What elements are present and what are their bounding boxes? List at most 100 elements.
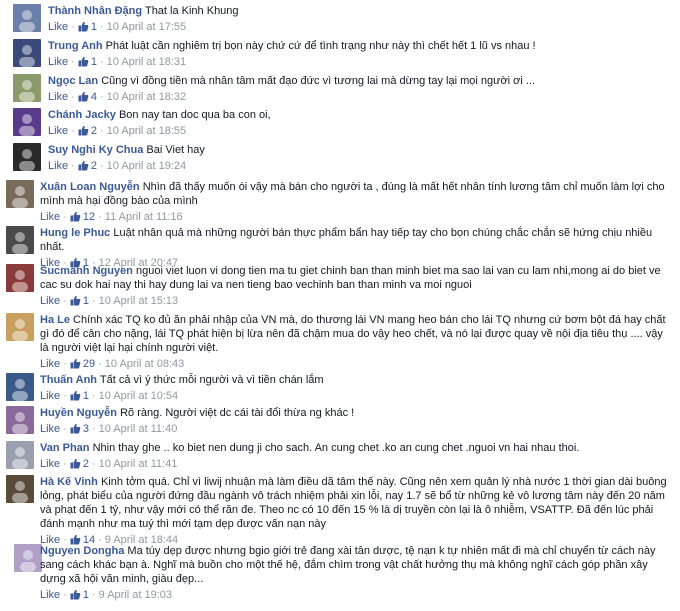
comment-meta: Like · 2 · 10 April at 18:55 xyxy=(48,124,674,140)
separator: · xyxy=(71,125,75,137)
comment-meta: Like · 4 · 10 April at 18:32 xyxy=(48,90,674,106)
separator: · xyxy=(91,423,96,435)
comment-text: That la Kinh Khung xyxy=(144,5,239,17)
separator: · xyxy=(99,160,104,172)
avatar[interactable] xyxy=(6,180,34,208)
comment-timestamp[interactable]: 10 April at 08:43 xyxy=(105,358,185,370)
like-count[interactable]: 12 xyxy=(83,211,95,223)
avatar[interactable] xyxy=(13,4,41,32)
separator: · xyxy=(71,21,75,33)
avatar[interactable] xyxy=(14,544,42,572)
separator: · xyxy=(63,211,67,223)
like-link[interactable]: Like xyxy=(48,21,68,33)
comment-author[interactable]: Thuấn Anh xyxy=(40,374,97,386)
comment-author[interactable]: Sucmanh Nguyen xyxy=(40,265,133,277)
separator: · xyxy=(63,390,67,402)
comment-text: Luật nhân quả mà những người bán thực ph… xyxy=(40,227,653,253)
avatar[interactable] xyxy=(13,74,41,102)
comment-timestamp[interactable]: 10 April at 15:13 xyxy=(99,295,179,307)
comment-author[interactable]: Huyền Nguyễn xyxy=(40,407,117,419)
comment-timestamp[interactable]: 10 April at 18:31 xyxy=(107,56,187,68)
avatar[interactable] xyxy=(13,108,41,136)
separator: · xyxy=(98,358,102,370)
separator: · xyxy=(99,21,104,33)
comment-meta: Like · 1 · 9 April at 19:03 xyxy=(40,588,674,604)
comment-timestamp[interactable]: 10 April at 11:41 xyxy=(99,458,178,470)
thumbs-up-icon[interactable] xyxy=(78,56,89,71)
avatar[interactable] xyxy=(6,406,34,434)
separator: · xyxy=(99,56,104,68)
comment-author[interactable]: Trung Anh xyxy=(48,40,103,52)
comment-author[interactable]: Van Phan xyxy=(40,442,90,454)
comment-text: nguoi viet luon vi dong tien ma tu giet … xyxy=(40,265,661,291)
separator: · xyxy=(63,423,67,435)
like-link[interactable]: Like xyxy=(40,358,60,370)
avatar[interactable] xyxy=(6,475,34,503)
thumbs-up-icon[interactable] xyxy=(70,589,81,604)
thumbs-up-icon[interactable] xyxy=(78,160,89,175)
comment-meta: Like · 3 · 10 April at 11:40 xyxy=(40,422,674,438)
comment-timestamp[interactable]: 11 April at 11:16 xyxy=(105,211,183,223)
thumbs-up-icon[interactable] xyxy=(70,295,81,310)
like-link[interactable]: Like xyxy=(40,211,60,223)
avatar[interactable] xyxy=(6,313,34,341)
thumbs-up-icon[interactable] xyxy=(70,423,81,438)
thumbs-up-icon[interactable] xyxy=(70,211,81,226)
comment-timestamp[interactable]: 10 April at 11:40 xyxy=(99,423,178,435)
separator: · xyxy=(91,458,96,470)
avatar[interactable] xyxy=(13,39,41,67)
thumbs-up-icon[interactable] xyxy=(78,21,89,36)
comment-timestamp[interactable]: 10 April at 10:54 xyxy=(99,390,179,402)
avatar[interactable] xyxy=(6,226,34,254)
comment-timestamp[interactable]: 10 April at 18:32 xyxy=(107,91,187,103)
comment-text: Rõ ràng. Người việt dc cái tài đổi thừa … xyxy=(120,407,355,419)
separator: · xyxy=(98,211,102,223)
like-count[interactable]: 29 xyxy=(83,358,95,370)
separator: · xyxy=(71,56,75,68)
comment-author[interactable]: Ngọc Lan xyxy=(48,75,98,87)
thumbs-up-icon[interactable] xyxy=(70,458,81,473)
comment-author[interactable]: Nguyen Dongha xyxy=(40,545,124,557)
separator: · xyxy=(91,390,96,402)
thumbs-up-icon[interactable] xyxy=(78,125,89,140)
comment-author[interactable]: Hà Kế Vinh xyxy=(40,476,98,488)
separator: · xyxy=(99,91,104,103)
like-link[interactable]: Like xyxy=(40,390,60,402)
thumbs-up-icon[interactable] xyxy=(70,390,81,405)
like-link[interactable]: Like xyxy=(40,458,60,470)
comment-timestamp[interactable]: 10 April at 18:55 xyxy=(107,125,187,137)
like-link[interactable]: Like xyxy=(48,125,68,137)
avatar[interactable] xyxy=(6,264,34,292)
comment-author[interactable]: Chánh Jacky xyxy=(48,109,116,121)
comment-author[interactable]: Thành Nhân Đặng xyxy=(48,5,142,17)
comment-meta: Like · 1 · 10 April at 17:55 xyxy=(48,20,674,36)
comment-meta: Like · 1 · 10 April at 10:54 xyxy=(40,389,674,405)
avatar[interactable] xyxy=(6,373,34,401)
comment-meta: Like · 12 · 11 April at 11:16 xyxy=(40,210,674,226)
separator: · xyxy=(71,160,75,172)
like-link[interactable]: Like xyxy=(40,589,60,601)
comment-timestamp[interactable]: 10 April at 17:55 xyxy=(107,21,187,33)
comment-text: Phát luật cần nghiêm trị bọn này chứ cứ … xyxy=(105,40,536,52)
comment-author[interactable]: Xuân Loan Nguyễn xyxy=(40,181,140,193)
avatar[interactable] xyxy=(13,143,41,171)
comment-author[interactable]: Ha Le xyxy=(40,314,70,326)
comment-timestamp[interactable]: 9 April at 19:03 xyxy=(99,589,172,601)
comment-timestamp[interactable]: 10 April at 19:24 xyxy=(107,160,187,172)
separator: · xyxy=(63,358,67,370)
comment-author[interactable]: Hung le Phuc xyxy=(40,227,110,239)
separator: · xyxy=(99,125,104,137)
avatar[interactable] xyxy=(6,441,34,469)
like-link[interactable]: Like xyxy=(40,423,60,435)
like-link[interactable]: Like xyxy=(48,56,68,68)
thumbs-up-icon[interactable] xyxy=(70,358,81,373)
comment-text: Nhin thay ghe .. ko biet nen dung ji cho… xyxy=(92,442,580,454)
like-link[interactable]: Like xyxy=(48,91,68,103)
thumbs-up-icon[interactable] xyxy=(78,91,89,106)
like-link[interactable]: Like xyxy=(48,160,68,172)
comment-text: Cũng vì đồng tiền mà nhân tâm mất đạo đứ… xyxy=(101,75,536,87)
comment-text: Bai Viet hay xyxy=(146,144,205,156)
comment-author[interactable]: Suy Nghi Ky Chua xyxy=(48,144,143,156)
comment-meta: Like · 29 · 10 April at 08:43 xyxy=(40,357,674,373)
like-link[interactable]: Like xyxy=(40,295,60,307)
